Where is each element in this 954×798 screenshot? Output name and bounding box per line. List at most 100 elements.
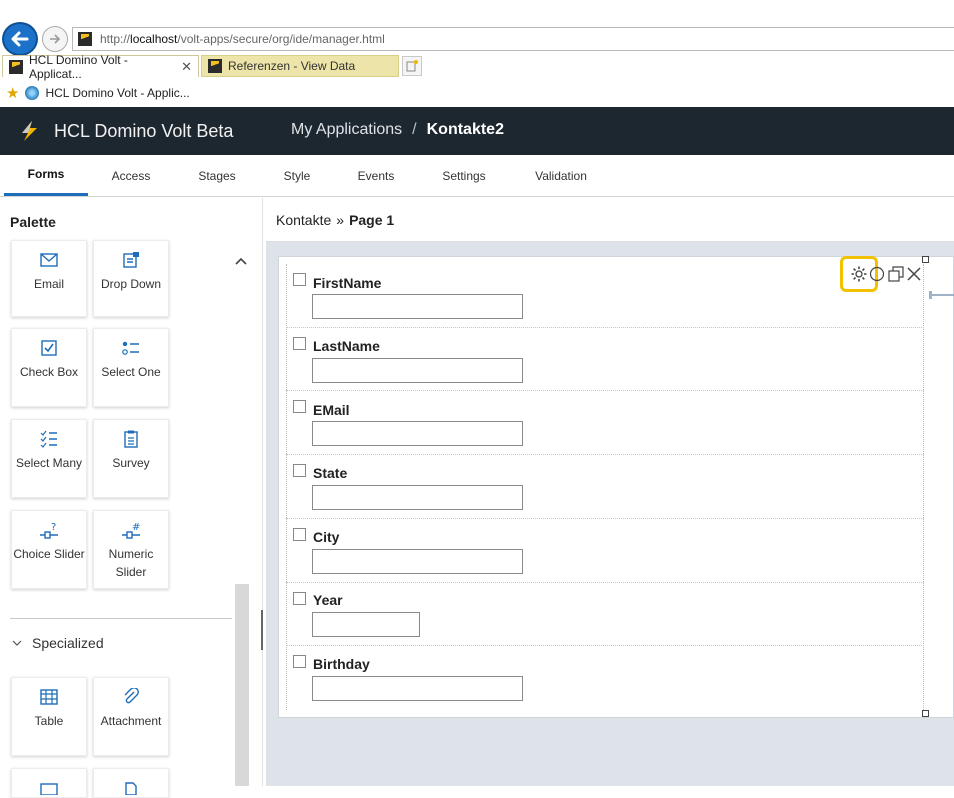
- browser-tabs: HCL Domino Volt - Applicat... ✕ Referenz…: [0, 53, 954, 81]
- palette-item-email[interactable]: Email: [11, 240, 87, 317]
- field-row-firstname[interactable]: FirstName: [286, 264, 924, 328]
- palette-item-label: Select One: [101, 365, 161, 379]
- forward-arrow-icon: [50, 34, 61, 44]
- palette-item-table[interactable]: Table: [11, 677, 87, 756]
- palette-item-numeric-slider[interactable]: # Numeric Slider: [93, 510, 169, 589]
- tab-events[interactable]: Events: [344, 155, 408, 196]
- chevron-down-icon: [12, 640, 22, 646]
- drop-indicator-line: [930, 294, 954, 296]
- section-divider: [10, 618, 232, 619]
- field-select-checkbox[interactable]: [293, 337, 306, 350]
- tab-settings[interactable]: Settings: [430, 155, 498, 196]
- field-row-email[interactable]: EMail: [286, 391, 924, 455]
- select-many-icon: [40, 430, 57, 448]
- palette-item-attachment[interactable]: Attachment: [93, 677, 169, 756]
- section-specialized-label: Specialized: [32, 635, 104, 651]
- tab-validation[interactable]: Validation: [524, 155, 598, 196]
- field-select-checkbox[interactable]: [293, 400, 306, 413]
- palette-item-partial[interactable]: [11, 768, 87, 798]
- tab-forms[interactable]: Forms: [4, 155, 88, 196]
- favorites-bar: ★ HCL Domino Volt - Applic...: [0, 82, 954, 104]
- duplicate-icon: [888, 266, 904, 282]
- volt-logo-icon: [22, 121, 37, 141]
- choice-slider-icon: ?: [40, 522, 58, 539]
- field-label: Year: [313, 592, 343, 608]
- field-select-checkbox[interactable]: [293, 464, 306, 477]
- svg-text:#: #: [132, 522, 140, 533]
- resize-handle-bottom-right[interactable]: [922, 710, 929, 717]
- palette-item-select-one[interactable]: Select One: [93, 328, 169, 407]
- scroll-thumb[interactable]: [235, 584, 249, 786]
- field-row-year[interactable]: Year: [286, 583, 924, 646]
- table-icon: [40, 689, 58, 705]
- svg-text:?: ?: [51, 522, 56, 533]
- field-select-checkbox[interactable]: [293, 592, 306, 605]
- browser-tab-label: Referenzen - View Data: [228, 59, 356, 73]
- state-input[interactable]: [312, 485, 523, 510]
- browser-address-row: http://localhost/volt-apps/secure/org/id…: [0, 22, 954, 56]
- birthday-input[interactable]: [312, 676, 523, 701]
- duplicate-button[interactable]: [886, 264, 906, 284]
- new-tab-icon: [406, 60, 418, 72]
- field-row-city[interactable]: City: [286, 519, 924, 583]
- field-label: EMail: [313, 402, 350, 418]
- field-select-checkbox[interactable]: [293, 273, 306, 286]
- palette-item-label: Table: [34, 714, 64, 728]
- lastname-input[interactable]: [312, 358, 523, 383]
- info-icon: [869, 266, 885, 282]
- browser-tab-referenzen[interactable]: Referenzen - View Data: [201, 55, 399, 77]
- delete-button[interactable]: [905, 264, 923, 284]
- address-bar[interactable]: http://localhost/volt-apps/secure/org/id…: [72, 27, 954, 51]
- field-row-lastname[interactable]: LastName: [286, 328, 924, 391]
- volt-favicon-icon: [9, 59, 23, 74]
- chevron-up-icon: [235, 257, 247, 265]
- palette-item-choice-slider[interactable]: ? Choice Slider: [11, 510, 87, 589]
- designer-tabs: Forms Access Stages Style Events Setting…: [0, 155, 954, 197]
- field-row-state[interactable]: State: [286, 455, 924, 519]
- tab-style[interactable]: Style: [268, 155, 326, 196]
- year-input[interactable]: [312, 612, 420, 637]
- scroll-up-button[interactable]: [233, 254, 249, 268]
- tab-stages[interactable]: Stages: [182, 155, 252, 196]
- form-name[interactable]: Kontakte: [276, 212, 331, 228]
- favorites-star-icon[interactable]: ★: [6, 84, 19, 102]
- field-row-birthday[interactable]: Birthday: [286, 646, 924, 710]
- close-tab-icon[interactable]: ✕: [181, 59, 192, 75]
- breadcrumb-current-app: Kontakte2: [426, 121, 504, 138]
- field-select-checkbox[interactable]: [293, 655, 306, 668]
- info-button[interactable]: [869, 264, 885, 284]
- section-specialized[interactable]: Specialized: [12, 635, 104, 651]
- field-label: State: [313, 465, 348, 481]
- palette-item-drop-down[interactable]: Drop Down: [93, 240, 169, 317]
- new-tab-button[interactable]: [402, 56, 422, 76]
- firstname-input[interactable]: [312, 294, 523, 319]
- breadcrumb: My Applications / Kontakte2: [291, 121, 504, 139]
- resize-handle-top-right[interactable]: [922, 256, 929, 263]
- url-host: localhost: [130, 32, 178, 46]
- favorite-link[interactable]: HCL Domino Volt - Applic...: [45, 86, 189, 100]
- gear-icon: [851, 266, 867, 282]
- palette-item-label: Survey: [112, 456, 150, 470]
- palette-panel: Palette Email Drop Down Check Box Select…: [0, 198, 262, 798]
- tab-access[interactable]: Access: [96, 155, 166, 196]
- field-label: LastName: [313, 338, 380, 354]
- palette-item-check-box[interactable]: Check Box: [11, 328, 87, 407]
- splitter-handle[interactable]: [261, 610, 263, 650]
- rich-text-icon: [40, 783, 58, 795]
- field-select-checkbox[interactable]: [293, 528, 306, 541]
- forward-button[interactable]: [42, 26, 68, 52]
- palette-item-partial[interactable]: [93, 768, 169, 798]
- breadcrumb-my-applications[interactable]: My Applications: [291, 121, 402, 139]
- select-one-icon: [122, 341, 139, 355]
- site-globe-icon: [25, 86, 40, 100]
- app-header: HCL Domino Volt Beta My Applications / K…: [0, 107, 954, 155]
- browser-tab-active[interactable]: HCL Domino Volt - Applicat... ✕: [2, 53, 199, 81]
- survey-icon: [124, 430, 138, 448]
- city-input[interactable]: [312, 549, 523, 574]
- palette-item-survey[interactable]: Survey: [93, 419, 169, 498]
- palette-item-label: Numeric Slider: [108, 547, 154, 579]
- palette-item-select-many[interactable]: Select Many: [11, 419, 87, 498]
- breadcrumb-separator: »: [336, 211, 345, 228]
- email-input[interactable]: [312, 421, 523, 446]
- back-button[interactable]: [2, 22, 38, 56]
